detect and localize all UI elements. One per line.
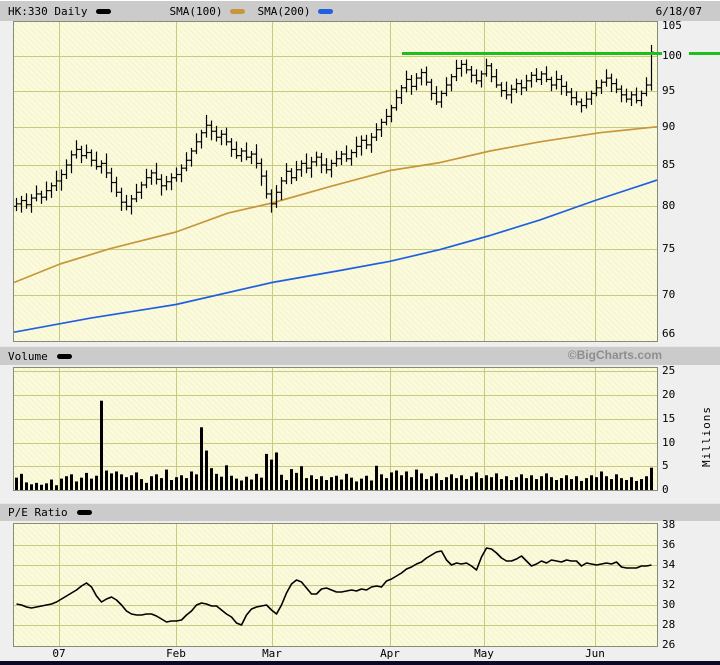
price-axis-tick: 70: [662, 287, 676, 301]
time-axis-label: Mar: [262, 647, 282, 660]
pe-axis-tick: 26: [662, 638, 676, 651]
time-axis-label: May: [474, 647, 494, 660]
volume-swatch-icon: [56, 353, 72, 359]
volume-axis-tick: 15: [662, 411, 676, 425]
pe-panel-label: P/E Ratio: [8, 506, 68, 519]
volume-axis-tick: 20: [662, 388, 676, 401]
time-axis-label: 07: [52, 647, 66, 660]
pe-axis-tick: 34: [662, 558, 676, 571]
volume-axis-tick: 10: [662, 435, 676, 449]
pe-swatch-icon: [76, 510, 92, 515]
time-axis-label: Apr: [380, 647, 400, 660]
sma100-legend-label: SMA(100): [169, 4, 223, 18]
volume-axis-tick: 0: [662, 483, 669, 496]
chart-header-bar: HK:330 Daily SMA(100) SMA(200) 6/18/07: [0, 0, 720, 21]
volume-panel: [13, 367, 658, 491]
pe-axis-tick: 28: [662, 618, 676, 631]
price-axis-tick: 66: [662, 327, 676, 341]
price-panel: [13, 21, 658, 342]
price-alert-line: [402, 52, 662, 55]
volume-panel-label: Volume: [8, 349, 48, 363]
bigcharts-stock-chart: HK:330 Daily SMA(100) SMA(200) 6/18/07 V…: [0, 0, 720, 665]
time-axis-label: Jun: [585, 647, 605, 660]
price-axis-tick: 80: [662, 198, 676, 212]
pe-axis-tick: 32: [662, 578, 676, 591]
price-axis-tick: 90: [662, 119, 676, 133]
chart-bottom-border: [0, 661, 720, 665]
pe-axis-tick: 36: [662, 538, 676, 551]
pe-panel: [13, 523, 658, 647]
price-axis-tick: 95: [662, 83, 676, 97]
pe-plot-canvas: [14, 524, 657, 646]
price-series-swatch-icon: [96, 8, 112, 14]
chart-date-label: 6/18/07: [655, 4, 702, 18]
sma100-swatch-icon: [230, 8, 246, 14]
sma200-legend-label: SMA(200): [257, 4, 311, 18]
time-axis-label: Feb: [166, 647, 186, 660]
volume-units-label: Millions: [700, 406, 713, 467]
pe-header-band: P/E Ratio: [0, 503, 720, 521]
sma200-swatch-icon: [318, 8, 334, 14]
pe-axis-tick: 38: [662, 518, 676, 531]
price-axis-tick: 85: [662, 157, 676, 171]
volume-axis-tick: 25: [662, 364, 676, 378]
symbol-timeframe-label: HK:330 Daily: [8, 4, 88, 18]
volume-plot-canvas: [14, 368, 657, 490]
price-axis-tick: 75: [662, 241, 676, 255]
price-alert-line-axis-segment: [689, 52, 720, 55]
pe-axis-tick: 30: [662, 598, 676, 611]
price-axis-tick: 105: [662, 19, 682, 32]
volume-axis-tick: 5: [662, 459, 669, 473]
bigcharts-watermark: ©BigCharts.com: [567, 348, 662, 362]
price-plot-canvas: [14, 22, 657, 341]
